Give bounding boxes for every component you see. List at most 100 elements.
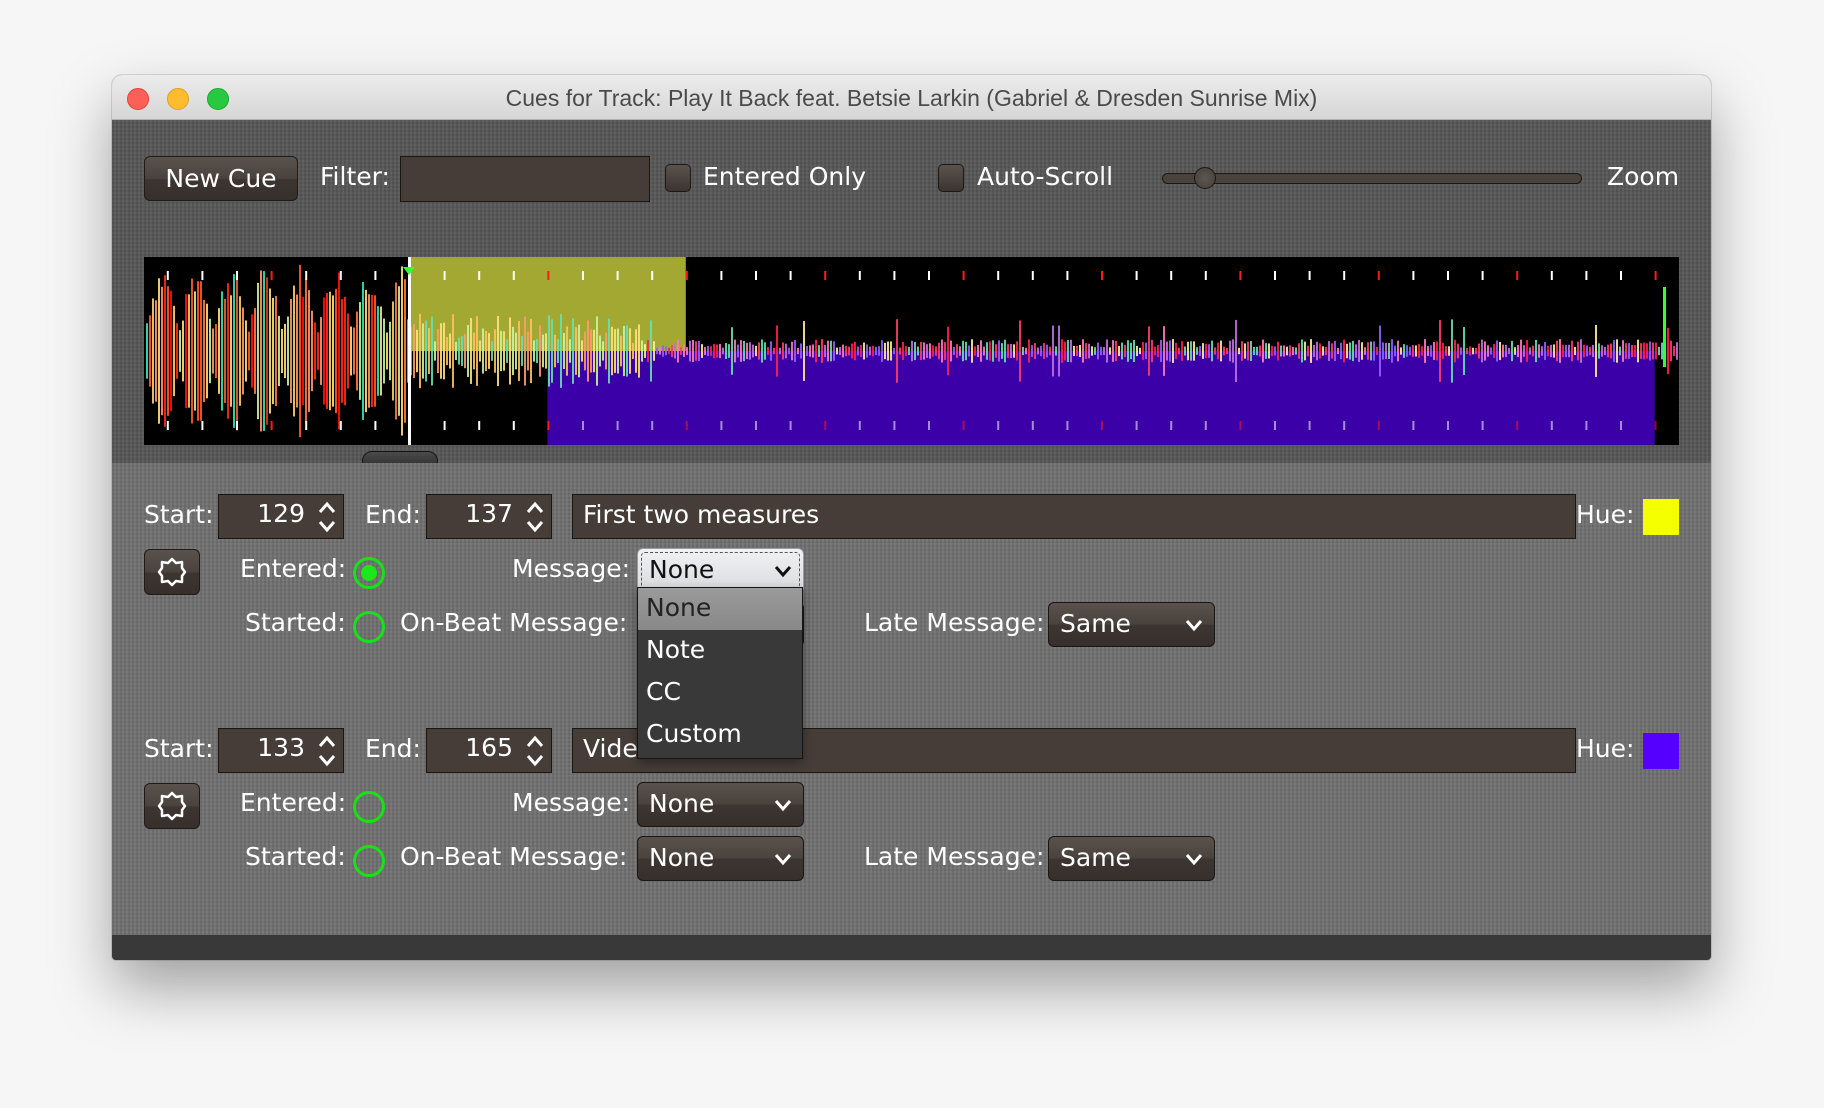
waveform-bar (635, 329, 637, 373)
onbeat-message-label: On-Beat Message: (400, 842, 628, 871)
waveform-bar (323, 297, 325, 405)
waveform-bar (431, 316, 433, 386)
waveform-bar (236, 271, 238, 431)
message-select[interactable]: None (637, 782, 804, 827)
start-spinner[interactable]: 129 (218, 494, 344, 539)
start-spinner[interactable]: 133 (218, 728, 344, 773)
waveform-bar (1028, 339, 1030, 363)
waveform-bar (1547, 345, 1549, 357)
late-message-select[interactable]: Same (1048, 602, 1215, 647)
start-value[interactable]: 133 (257, 733, 305, 762)
waveform-bar (1367, 342, 1369, 360)
filter-input[interactable] (400, 156, 650, 202)
hue-label: Hue: (1576, 500, 1635, 529)
end-spinner[interactable]: 165 (426, 728, 552, 773)
waveform-bar (1202, 343, 1204, 359)
end-value[interactable]: 165 (465, 733, 513, 762)
zoom-slider-track[interactable] (1162, 173, 1582, 184)
waveform-bar (1067, 340, 1069, 362)
dropdown-option[interactable]: Note (638, 630, 802, 672)
waveform-bar (905, 346, 907, 356)
dropdown-option[interactable]: Custom (638, 714, 802, 756)
beat-tick (651, 271, 654, 280)
started-label: Started: (245, 608, 346, 637)
auto-scroll-checkbox[interactable] (938, 164, 964, 192)
waveform-bar (1613, 340, 1615, 362)
waveform-bar (335, 288, 337, 414)
waveform-bar (1022, 346, 1024, 356)
waveform-bar (986, 342, 988, 360)
entered-only-checkbox[interactable] (665, 164, 691, 192)
waveform-bar (278, 315, 280, 387)
waveform-bar (773, 347, 775, 355)
waveform-bar (761, 339, 763, 363)
message-dropdown-menu[interactable]: None Note CC Custom (637, 587, 803, 759)
zoom-slider-thumb[interactable] (1193, 167, 1216, 189)
up-down-arrows-icon[interactable] (523, 497, 547, 537)
comment-field[interactable]: First two measures (572, 494, 1576, 539)
waveform-bar (1652, 342, 1654, 360)
dropdown-option[interactable]: CC (638, 672, 802, 714)
waveform-bar (1316, 341, 1318, 361)
late-message-select[interactable]: Same (1048, 836, 1215, 881)
waveform-bar (857, 346, 859, 356)
waveform-bar (1196, 347, 1198, 355)
start-value[interactable]: 129 (257, 499, 305, 528)
waveform-bar (1415, 345, 1417, 357)
entered-only-label[interactable]: Entered Only (703, 162, 866, 191)
waveform-bar (1589, 346, 1591, 356)
waveform-bar (380, 306, 382, 396)
waveform-bar (476, 316, 478, 386)
up-down-arrows-icon[interactable] (523, 731, 547, 771)
hue-swatch[interactable] (1643, 499, 1679, 535)
waveform-bar (737, 344, 739, 358)
waveform-bar (539, 325, 541, 377)
waveform-bar (1325, 346, 1327, 356)
waveform-bar (1625, 343, 1627, 359)
waveform-bar (1370, 341, 1372, 361)
cue-list: Start: 129 End: 137 First two measures H… (112, 463, 1711, 935)
beat-tick (443, 271, 446, 280)
waveform-bar (1421, 346, 1423, 356)
waveform-bar (959, 346, 961, 356)
waveform-bar (1439, 320, 1441, 382)
waveform-bar (923, 342, 925, 360)
onbeat-message-select[interactable]: None (637, 836, 804, 881)
beat-tick (270, 421, 273, 430)
up-down-arrows-icon[interactable] (315, 497, 339, 537)
waveform-bar (1205, 343, 1207, 359)
gear-button[interactable] (144, 549, 200, 595)
waveform-bar (1463, 327, 1465, 375)
auto-scroll-label[interactable]: Auto-Scroll (977, 162, 1113, 191)
waveform-bar (1007, 344, 1009, 358)
gear-button[interactable] (144, 783, 200, 829)
waveform-bar (1643, 342, 1645, 360)
waveform-bar (512, 326, 514, 376)
beat-tick (305, 271, 308, 280)
waveform-display[interactable] (144, 257, 1679, 445)
hue-swatch[interactable] (1643, 733, 1679, 769)
beat-tick (236, 271, 238, 280)
waveform-bar (974, 346, 976, 356)
waveform-bar (809, 345, 811, 357)
waveform-bar (878, 346, 880, 356)
waveform-bar (155, 300, 157, 402)
waveform-bar (1112, 340, 1114, 362)
waveform-bar (584, 331, 586, 371)
dropdown-option[interactable]: None (638, 588, 802, 630)
waveform-bar (890, 341, 892, 361)
waveform-bar (359, 302, 361, 400)
title-bar[interactable]: Cues for Track: Play It Back feat. Betsi… (112, 75, 1711, 120)
waveform-bar (824, 344, 826, 358)
waveform-bar (1145, 342, 1147, 360)
end-spinner[interactable]: 137 (426, 494, 552, 539)
waveform-bar (1436, 341, 1438, 361)
waveform-bar (1403, 344, 1405, 358)
end-value[interactable]: 137 (465, 499, 513, 528)
new-cue-button[interactable]: New Cue (144, 156, 298, 201)
waveform-bar (830, 340, 832, 362)
up-down-arrows-icon[interactable] (315, 731, 339, 771)
waveform-bar (161, 286, 163, 416)
beat-tick (997, 421, 1000, 430)
waveform-bar (938, 342, 940, 360)
